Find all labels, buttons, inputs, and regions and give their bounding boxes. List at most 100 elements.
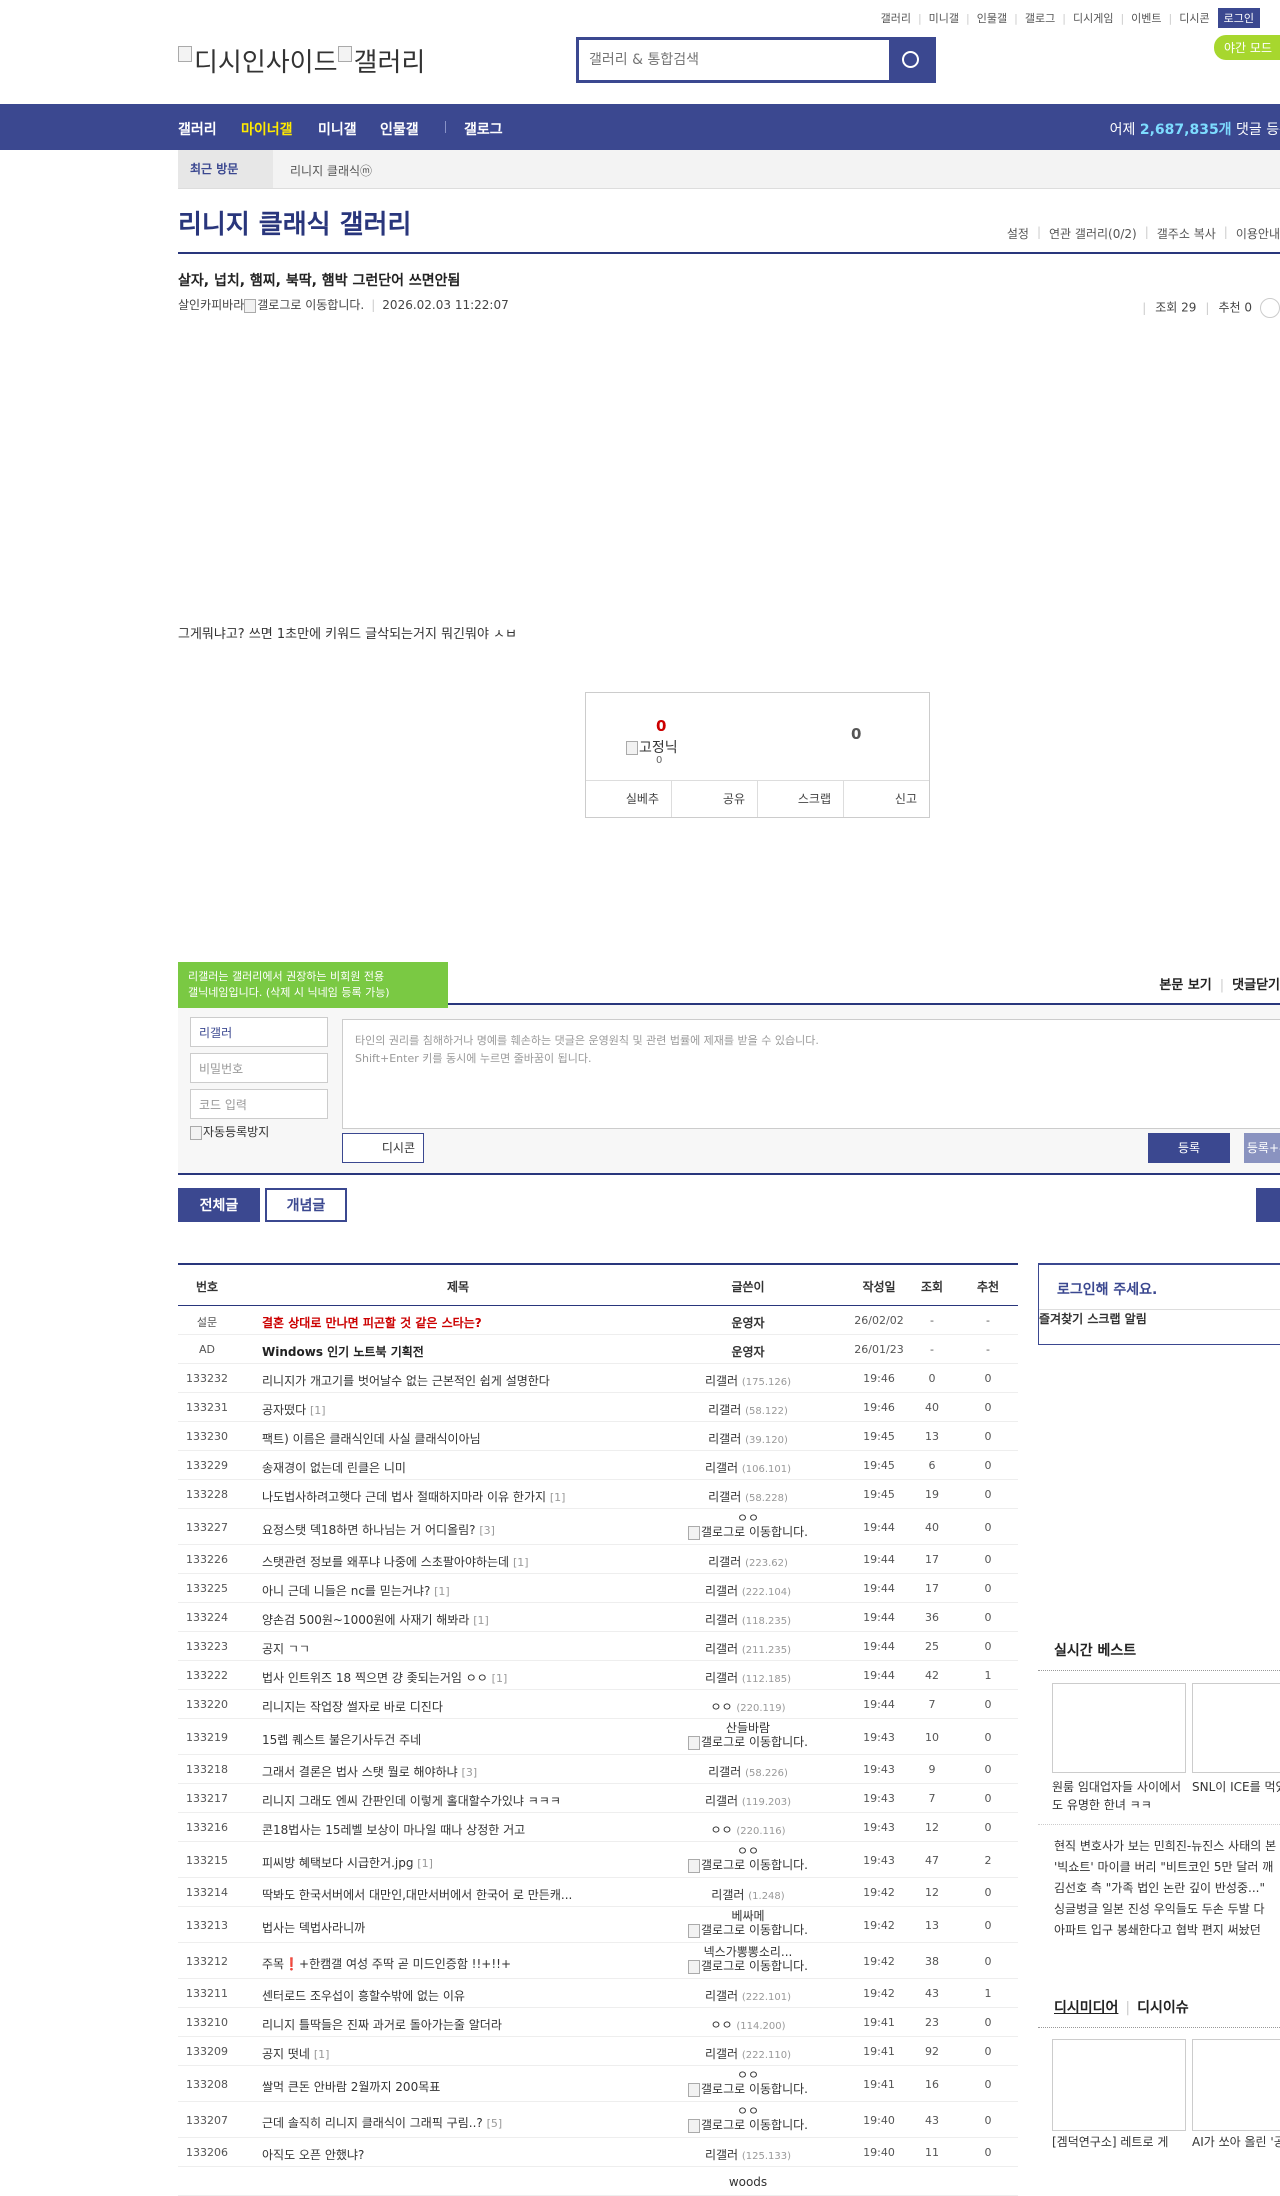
captcha-code-field[interactable]: 코드 입력 (190, 1089, 328, 1119)
post-title-link[interactable]: 주목❗+한캠갤 여성 주딱 곧 미드인증함 !!+!!+ (262, 1955, 511, 1972)
login-button[interactable]: 로그인 (1217, 8, 1260, 28)
top-link-dcgame[interactable]: 디시게임 (1073, 10, 1113, 26)
comment-count[interactable]: [1] (473, 1614, 489, 1627)
comment-count[interactable]: [3] (462, 1766, 478, 1779)
post-title-link[interactable]: 리니지는 작업장 썰자로 바로 디진다 (262, 1698, 443, 1715)
writer-gallog[interactable]: 갤로그로 이동합니다. (678, 1923, 818, 1938)
writer-nick[interactable]: 리갤러 (708, 1555, 741, 1569)
nav-item-gallog[interactable]: 갤로그 (464, 119, 503, 139)
writer-gallog[interactable]: 갤로그로 이동합니다. (678, 2118, 818, 2133)
post-title-link[interactable]: 공지 ㄱㄱ (262, 1640, 310, 1657)
nav-item-mini[interactable]: 미니갤 (318, 119, 357, 139)
writer-nick[interactable]: 베싸메 (678, 1909, 818, 1923)
post-author[interactable]: 살인카피바라 (178, 298, 244, 312)
comment-count[interactable]: [1] (314, 2048, 330, 2061)
table-row[interactable]: 133215 피씨방 혜택보다 시급한거.jpg [1] ㅇㅇ 갤로그로 이동합니다.… (178, 1842, 1018, 1878)
post-title-link[interactable]: 리니지가 개고기를 벗어날수 없는 근본적인 쉽게 설명한다 (262, 1372, 550, 1389)
table-row[interactable]: 133220 리니지는 작업장 썰자로 바로 디진다 ㅇㅇ (220.119) 19… (178, 1690, 1018, 1719)
table-row[interactable]: woods (178, 2167, 1018, 2196)
tab-all-posts[interactable]: 전체글 (178, 1188, 260, 1222)
top-link-event[interactable]: 이벤트 (1131, 10, 1161, 26)
table-row[interactable]: 133217 리니지 그래도 엔씨 간판인데 이렇게 홀대할수가있냐 ㅋㅋㅋ 리갤… (178, 1784, 1018, 1813)
writer-nick[interactable]: 리갤러 (705, 1671, 738, 1685)
writer-nick[interactable]: 리갤러 (705, 2047, 738, 2061)
writer-nick[interactable]: 리갤러 (705, 1613, 738, 1627)
gallery-title[interactable]: 리니지 클래식 갤러리 (178, 204, 411, 241)
post-title-link[interactable]: 요정스탯 덱18하면 하나님는 거 어디올림? [3] (262, 1521, 495, 1538)
media-caption-2[interactable]: AI가 쏘아 올린 '공 (1192, 2133, 1280, 2151)
post-title-link[interactable]: 법사 인트위즈 18 찍으면 걍 좆되는거임 ㅇㅇ [1] (262, 1669, 507, 1686)
table-row[interactable]: 133224 양손검 500원~1000원에 사재기 해봐라 [1] 리갤러 (11… (178, 1603, 1018, 1632)
writer-nick[interactable]: ㅇㅇ (710, 2018, 732, 2032)
table-row[interactable]: 133228 나도법사하려고햇다 근데 법사 절때하지마라 이유 한가지 [1] 리… (178, 1480, 1018, 1509)
write-button[interactable] (1256, 1188, 1280, 1222)
table-row[interactable]: 133216 콘18법사는 15레벨 보상이 마나일 때나 상정한 거고 ㅇㅇ (… (178, 1813, 1018, 1842)
best-caption-2[interactable]: SNL이 ICE를 먹었함 (1192, 1778, 1280, 1796)
post-title-link[interactable]: 아직도 오픈 안했냐? (262, 2146, 364, 2163)
writer-nick[interactable]: woods (729, 2175, 767, 2189)
best-thumb-2[interactable] (1192, 1683, 1280, 1773)
post-title-link[interactable]: 콘18법사는 15레벨 보상이 마나일 때나 상정한 거고 (262, 1821, 525, 1838)
writer-gallog[interactable]: 갤로그로 이동합니다. (678, 2082, 818, 2097)
post-title-link[interactable]: 송재경이 없는데 린클은 니미 (262, 1459, 406, 1476)
post-title-link[interactable]: 리니지 그래도 엔씨 간판인데 이렇게 홀대할수가있냐 ㅋㅋㅋ (262, 1792, 561, 1809)
writer-nick[interactable]: 리갤러 (708, 1765, 741, 1779)
best-list-item[interactable]: 아파트 입구 봉쇄한다고 협박 편지 써놨던 (1054, 1920, 1276, 1941)
comment-submit-recommend-button[interactable]: 등록+추천 (1244, 1133, 1280, 1163)
table-row[interactable]: 133207 근데 솔직히 리니지 클래식이 그래픽 구림..? [5] ㅇㅇ 갤로그… (178, 2102, 1018, 2138)
comment-count[interactable]: [1] (492, 1672, 508, 1685)
scrap-button[interactable]: 스크랩 (758, 781, 844, 817)
table-row[interactable]: 133232 리니지가 개고기를 벗어날수 없는 근본적인 쉽게 설명한다 리갤러… (178, 1364, 1018, 1393)
comment-count[interactable]: [1] (417, 1857, 433, 1870)
nav-item-minor[interactable]: 마이너갤 (241, 119, 293, 139)
tab-concept-posts[interactable]: 개념글 (265, 1188, 347, 1222)
writer-nick[interactable]: 리갤러 (705, 1642, 738, 1656)
best-thumb-1[interactable] (1052, 1683, 1186, 1773)
table-row[interactable]: 133230 팩트) 이름은 클래식인데 사실 클래식이아님 리갤러 (39.12… (178, 1422, 1018, 1451)
table-row[interactable]: 133212 주목❗+한캠갤 여성 주딱 곧 미드인증함 !!+!!+ 넥스가뽕뽕… (178, 1943, 1018, 1979)
table-row[interactable]: 133231 공자떴다 [1] 리갤러 (58.122) 19:46 40 0 (178, 1393, 1018, 1422)
table-row[interactable]: 133206 아직도 오픈 안했냐? 리갤러 (125.133) 19:40 11 0 (178, 2138, 1018, 2167)
nickname-field[interactable]: 리갤러 (190, 1017, 328, 1047)
post-title-link[interactable]: 결혼 상대로 만나면 피곤할 것 같은 스타는? (262, 1314, 482, 1331)
writer-nick[interactable]: 운영자 (731, 1345, 764, 1359)
writer-nick[interactable]: 리갤러 (705, 1989, 738, 2003)
table-row[interactable]: 133213 법사는 덱법사라니까 베싸메 갤로그로 이동합니다. 19:42 13 0 (178, 1907, 1018, 1943)
writer-gallog[interactable]: 갤로그로 이동합니다. (678, 1858, 818, 1873)
writer-nick[interactable]: ㅇㅇ (678, 1844, 818, 1858)
table-row[interactable]: 133223 공지 ㄱㄱ 리갤러 (211.235) 19:44 25 0 (178, 1632, 1018, 1661)
scrap-link[interactable]: 스크랩 (1087, 1312, 1120, 1326)
close-comments-button[interactable]: 댓글닫기 (1232, 978, 1280, 993)
best-list-item[interactable]: 현직 변호사가 보는 민희진-뉴진스 사태의 본 (1054, 1836, 1276, 1857)
post-title-link[interactable]: 딱봐도 한국서버에서 대만인,대만서버에서 한국어 로 만든캐... (262, 1886, 572, 1903)
search-input[interactable] (579, 40, 889, 80)
writer-gallog[interactable]: 갤로그로 이동합니다. (678, 1525, 818, 1540)
comment-count[interactable]: [3] (479, 1524, 495, 1537)
table-row[interactable]: 133229 송재경이 없는데 린클은 니미 리갤러 (106.101) 19:45… (178, 1451, 1018, 1480)
top-link-person[interactable]: 인물갤 (977, 10, 1007, 26)
comment-count[interactable]: [5] (487, 2117, 503, 2130)
comment-count[interactable]: [1] (310, 1404, 326, 1417)
comment-count[interactable]: [1] (550, 1491, 566, 1504)
post-title-link[interactable]: 센터로드 조우섭이 흥할수밖에 없는 이유 (262, 1987, 465, 2004)
top-link-dccon[interactable]: 디시콘 (1179, 10, 1209, 26)
table-row[interactable]: 133227 요정스탯 덱18하면 하나님는 거 어디올림? [3] ㅇㅇ 갤로그로 … (178, 1509, 1018, 1545)
more-icon[interactable] (1260, 298, 1280, 318)
table-row[interactable]: 133214 딱봐도 한국서버에서 대만인,대만서버에서 한국어 로 만든캐...… (178, 1878, 1018, 1907)
best-list-item[interactable]: 김선호 측 "가족 법인 논란 깊이 반성중..." (1054, 1878, 1276, 1899)
top-link-gallery[interactable]: 갤러리 (881, 10, 911, 26)
post-title-link[interactable]: 피씨방 혜택보다 시급한거.jpg [1] (262, 1854, 433, 1871)
comment-textarea[interactable]: 타인의 권리를 침해하거나 명예를 훼손하는 댓글은 운영원칙 및 관련 법률에… (342, 1019, 1280, 1129)
table-row[interactable]: 133209 공지 떳네 [1] 리갤러 (222.110) 19:41 92 0 (178, 2037, 1018, 2066)
writer-nick[interactable]: 리갤러 (708, 1432, 741, 1446)
top-link-minigall[interactable]: 미니갤 (929, 10, 959, 26)
post-title-link[interactable]: 공지 떳네 [1] (262, 2045, 329, 2062)
gallery-menu-copy-url[interactable]: 갤주소 복사 (1157, 225, 1216, 242)
nav-item-person[interactable]: 인물갤 (380, 119, 419, 139)
login-prompt[interactable]: 로그인해 주세요. (1057, 1279, 1157, 1299)
writer-nick[interactable]: ㅇㅇ (678, 2068, 818, 2082)
writer-nick[interactable]: 리갤러 (705, 1374, 738, 1388)
gallog-icon[interactable] (244, 298, 257, 313)
table-row[interactable]: 133211 센터로드 조우섭이 흥할수밖에 없는 이유 리갤러 (222.101… (178, 1979, 1018, 2008)
recent-visit-item[interactable]: 리니지 클래식ⓜ (290, 162, 372, 179)
